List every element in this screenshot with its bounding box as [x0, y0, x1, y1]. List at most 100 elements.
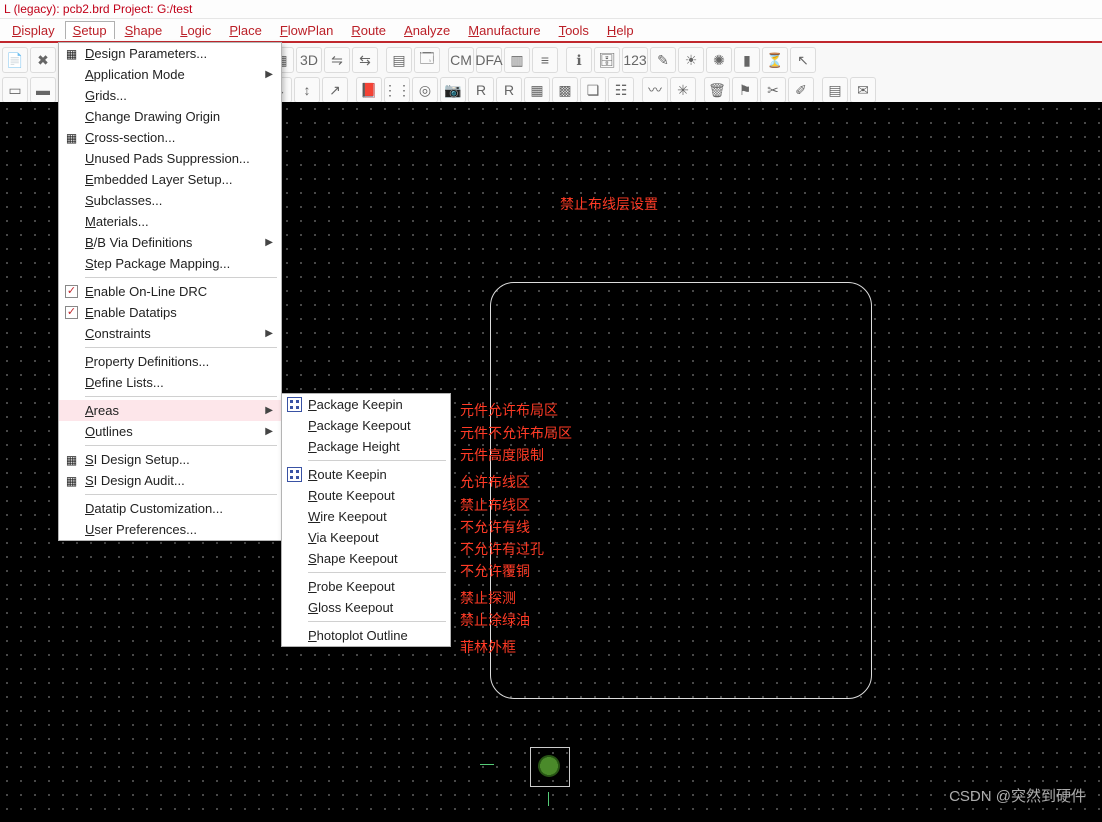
toolbar-tool1[interactable]: ✂	[760, 77, 786, 103]
setup-item-outlines[interactable]: Outlines▶	[59, 421, 281, 442]
menu-setup[interactable]: Setup	[65, 21, 115, 39]
toolbar-wand[interactable]: ✎	[650, 47, 676, 73]
setup-item-unused-pads-suppression[interactable]: Unused Pads Suppression...	[59, 148, 281, 169]
setup-item-si-design-setup[interactable]: ▦SI Design Setup...	[59, 449, 281, 470]
toolbar-cam[interactable]: 📷	[440, 77, 466, 103]
menu-flowplan[interactable]: FlowPlan	[272, 21, 341, 40]
areas-item-via-keepout[interactable]: Via Keepout	[282, 527, 450, 548]
toolbar-dim3[interactable]: ↗	[322, 77, 348, 103]
setup-item-grids[interactable]: Grids...	[59, 85, 281, 106]
toolbar-flag[interactable]: ⚑	[732, 77, 758, 103]
areas-item-package-height[interactable]: Package Height	[282, 436, 450, 457]
setup-item-subclasses[interactable]: Subclasses...	[59, 190, 281, 211]
setup-item-define-lists[interactable]: Define Lists...	[59, 372, 281, 393]
toolbar-swap[interactable]: ⇆	[352, 47, 378, 73]
toolbar-rule[interactable]: ≡	[532, 47, 558, 73]
toolbar-cm[interactable]: CM	[448, 47, 474, 73]
toolbar-tool2[interactable]: ✐	[788, 77, 814, 103]
areas-item-gloss-keepout[interactable]: Gloss Keepout	[282, 597, 450, 618]
toolbar-net[interactable]: ▦	[524, 77, 550, 103]
toolbar-close[interactable]: ✖	[30, 47, 56, 73]
menu-route[interactable]: Route	[343, 21, 394, 40]
toolbar-cursor[interactable]: ↖	[790, 47, 816, 73]
areas-item-probe-keepout[interactable]: Probe Keepout	[282, 576, 450, 597]
menu-tools[interactable]: Tools	[551, 21, 597, 40]
window-title: L (legacy): pcb2.brd Project: G:/test	[4, 2, 192, 16]
toolbar-star[interactable]: ✳	[670, 77, 696, 103]
menu-label: Embedded Layer Setup...	[85, 172, 232, 187]
menu-place[interactable]: Place	[221, 21, 270, 40]
areas-item-route-keepout[interactable]: Route Keepout	[282, 485, 450, 506]
toolbar-rect1[interactable]: ▭	[2, 77, 28, 103]
setup-item-design-parameters[interactable]: ▦Design Parameters...	[59, 43, 281, 64]
setup-dropdown: ▦Design Parameters...Application Mode▶Gr…	[58, 42, 282, 541]
toolbar-conn[interactable]: ❏	[580, 77, 606, 103]
setup-item-b-b-via-definitions[interactable]: B/B Via Definitions▶	[59, 232, 281, 253]
toolbar-wave[interactable]: 〰	[642, 77, 668, 103]
toolbar-dfa[interactable]: DFA	[476, 47, 502, 73]
menu-manufacture[interactable]: Manufacture	[460, 21, 548, 40]
menu-label: Property Definitions...	[85, 354, 209, 369]
setup-item-materials[interactable]: Materials...	[59, 211, 281, 232]
menu-logic[interactable]: Logic	[172, 21, 219, 40]
areas-item-package-keepout[interactable]: Package Keepout	[282, 415, 450, 436]
setup-item-datatip-customization[interactable]: Datatip Customization...	[59, 498, 281, 519]
submenu-arrow-icon: ▶	[265, 328, 273, 339]
toolbar-mesh[interactable]: ▩	[552, 77, 578, 103]
setup-item-step-package-mapping[interactable]: Step Package Mapping...	[59, 253, 281, 274]
toolbar-flip[interactable]: ⇋	[324, 47, 350, 73]
setup-item-property-definitions[interactable]: Property Definitions...	[59, 351, 281, 372]
annotation-row-5: 不允许有线	[460, 517, 530, 537]
setup-item-enable-on-line-drc[interactable]: ✓Enable On-Line DRC	[59, 281, 281, 302]
setup-item-constraints[interactable]: Constraints▶	[59, 323, 281, 344]
areas-item-shape-keepout[interactable]: Shape Keepout	[282, 548, 450, 569]
toolbar-r1[interactable]: R	[468, 77, 494, 103]
toolbar-bars[interactable]: ▮	[734, 47, 760, 73]
toolbar-via[interactable]: ◎	[412, 77, 438, 103]
setup-item-si-design-audit[interactable]: ▦SI Design Audit...	[59, 470, 281, 491]
toolbar-rect2[interactable]: ▬	[30, 77, 56, 103]
menu-label: Package Keepout	[308, 418, 411, 433]
setup-item-change-drawing-origin[interactable]: Change Drawing Origin	[59, 106, 281, 127]
toolbar-3d[interactable]: 3D	[296, 47, 322, 73]
setup-item-cross-section[interactable]: ▦Cross-section...	[59, 127, 281, 148]
setup-item-embedded-layer-setup[interactable]: Embedded Layer Setup...	[59, 169, 281, 190]
toolbar-sun[interactable]: ☀	[678, 47, 704, 73]
toolbar-info[interactable]: ℹ	[566, 47, 592, 73]
toolbar-file[interactable]: 📄	[2, 47, 28, 73]
menu-label: Define Lists...	[85, 375, 164, 390]
toolbar-pins[interactable]: ⋮⋮	[384, 77, 410, 103]
menu-display[interactable]: Display	[4, 21, 63, 40]
menu-shape[interactable]: Shape	[117, 21, 171, 40]
watermark: CSDN @突然到硬件	[949, 785, 1086, 806]
menu-label: Areas	[85, 403, 119, 418]
setup-item-enable-datatips[interactable]: ✓Enable Datatips	[59, 302, 281, 323]
toolbar-tile[interactable]: ▤	[386, 47, 412, 73]
toolbar-trash[interactable]: 🗑	[704, 77, 730, 103]
areas-item-wire-keepout[interactable]: Wire Keepout	[282, 506, 450, 527]
areas-item-package-keepin[interactable]: Package Keepin	[282, 394, 450, 415]
setup-item-application-mode[interactable]: Application Mode▶	[59, 64, 281, 85]
areas-item-route-keepin[interactable]: Route Keepin	[282, 464, 450, 485]
menu-analyze[interactable]: Analyze	[396, 21, 458, 40]
menu-help[interactable]: Help	[599, 21, 642, 40]
setup-item-user-preferences[interactable]: User Preferences...	[59, 519, 281, 540]
toolbar-dim2[interactable]: ↕	[294, 77, 320, 103]
menu-label: Via Keepout	[308, 530, 379, 545]
toolbar-layer[interactable]: ▤	[822, 77, 848, 103]
toolbar-book[interactable]: 📕	[356, 77, 382, 103]
setup-item-areas[interactable]: Areas▶	[59, 400, 281, 421]
toolbar-tree[interactable]: ☷	[608, 77, 634, 103]
annotation-header: 禁止布线层设置	[560, 194, 658, 214]
toolbar-win[interactable]: 🗔	[414, 47, 440, 73]
areas-item-photoplot-outline[interactable]: Photoplot Outline	[282, 625, 450, 646]
toolbar-rays[interactable]: ✺	[706, 47, 732, 73]
menu-label: Outlines	[85, 424, 133, 439]
toolbar-r2[interactable]: R	[496, 77, 522, 103]
toolbar-sheet[interactable]: ▥	[504, 47, 530, 73]
toolbar-timer[interactable]: ⏳	[762, 47, 788, 73]
toolbar-mail[interactable]: ✉	[850, 77, 876, 103]
toolbar-db[interactable]: 🗄	[594, 47, 620, 73]
toolbar-num[interactable]: 123	[622, 47, 648, 73]
menu-label: Design Parameters...	[85, 46, 207, 61]
